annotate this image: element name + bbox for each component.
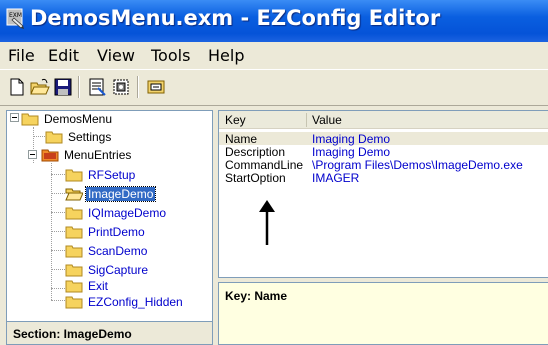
tree-line [51,250,65,251]
toolbar-separator [137,76,139,98]
tree-label: MenuEntries [64,147,132,162]
folder-icon [65,169,83,181]
row-key: Description [225,145,286,159]
tree-label: Settings [68,129,112,144]
folder-stack-icon [41,149,59,161]
tree-line [51,212,65,213]
tree-item-rfsetup[interactable]: RFSetup [65,165,137,184]
folder-icon [65,245,83,257]
row-key: Name [225,132,258,146]
tree-item-ezconfig-hidden[interactable]: EZConfig_Hidden [65,292,185,311]
tree-label: DemosMenu [44,111,113,126]
key-description-pane: Key: Name [218,282,548,345]
list-row[interactable]: Description Imaging Demo [219,145,548,159]
tree-label: ScanDemo [88,243,148,258]
tree-item-settings[interactable]: Settings [45,127,113,146]
key-description: Key: Name [225,289,288,303]
app-window: EXM DemosMenu.exm - EZConfig Editor File… [0,0,548,345]
tree-label: EZConfig_Hidden [88,294,183,309]
folder-icon [65,207,83,219]
new-icon[interactable] [6,76,28,98]
tree-line [51,231,65,232]
tree-item-iqimagedemo[interactable]: IQImageDemo [65,203,168,222]
folder-icon [65,296,83,308]
menu-tools[interactable]: Tools [151,46,190,65]
list-row[interactable]: StartOption IMAGER [219,171,548,185]
tree-line [51,193,65,194]
tree-line [51,269,65,270]
open-icon[interactable] [29,76,51,98]
folder-icon [21,113,39,125]
section-label: Section: ImageDemo [13,327,132,341]
list-header: Key Value [219,111,548,129]
settings-icon[interactable] [110,76,132,98]
collapse-toggle[interactable] [28,150,37,159]
list-row[interactable]: Name Imaging Demo [219,132,548,146]
column-header-value[interactable]: Value [312,113,342,127]
folder-icon [45,131,63,143]
column-header-key[interactable]: Key [225,113,246,127]
row-key: CommandLine [225,158,304,172]
tree-line [33,136,45,137]
tree-label: PrintDemo [88,224,145,239]
menu-view[interactable]: View [97,46,135,65]
annotation-arrow-icon [259,200,275,245]
list-row[interactable]: CommandLine \Program Files\Demos\ImageDe… [219,158,548,172]
folder-open-icon [65,188,83,200]
svg-text:EXM: EXM [9,12,22,19]
tree-item-printdemo[interactable]: PrintDemo [65,222,147,241]
window-title: DemosMenu.exm - EZConfig Editor [30,6,441,30]
column-divider[interactable] [306,113,307,127]
tree-line [51,174,65,175]
toolbar-separator [78,76,80,98]
key-value-list[interactable]: Key Value Name Imaging Demo Description … [218,110,548,278]
ezm-app-icon: EXM [6,8,26,30]
section-status: Section: ImageDemo [6,322,213,345]
menu-help[interactable]: Help [208,46,244,65]
folder-icon [65,264,83,276]
row-value: IMAGER [312,171,360,185]
row-key: StartOption [225,171,286,185]
section-tree[interactable]: DemosMenu Settings MenuEntries RFSetup I… [6,110,213,322]
tree-item-imagedemo[interactable]: ImageDemo [65,184,157,203]
tree-label: Exit [88,278,109,293]
row-value: Imaging Demo [312,145,391,159]
tree-label: ImageDemo [84,185,157,202]
tree-line [51,300,65,301]
tree-item-menuentries[interactable]: MenuEntries [41,145,133,164]
menu-edit[interactable]: Edit [48,46,79,65]
tree-label: RFSetup [88,167,136,182]
tree-label: SigCapture [88,262,149,277]
tree-line [51,288,65,289]
tree-item-scandemo[interactable]: ScanDemo [65,241,149,260]
folder-icon [65,280,83,292]
collapse-toggle[interactable] [10,113,19,122]
tree-label: IQImageDemo [88,205,167,220]
row-value: Imaging Demo [312,132,391,146]
deploy-icon[interactable] [145,76,167,98]
toolbar [0,69,548,106]
title-bar[interactable]: EXM DemosMenu.exm - EZConfig Editor [0,0,548,42]
tree-item-demosmenu[interactable]: DemosMenu [21,111,114,128]
row-value: \Program Files\Demos\ImageDemo.exe [312,158,523,172]
properties-icon[interactable] [86,76,108,98]
menu-bar: File Edit View Tools Help [0,42,548,69]
menu-file[interactable]: File [8,46,35,65]
folder-icon [65,226,83,238]
save-icon[interactable] [52,76,74,98]
